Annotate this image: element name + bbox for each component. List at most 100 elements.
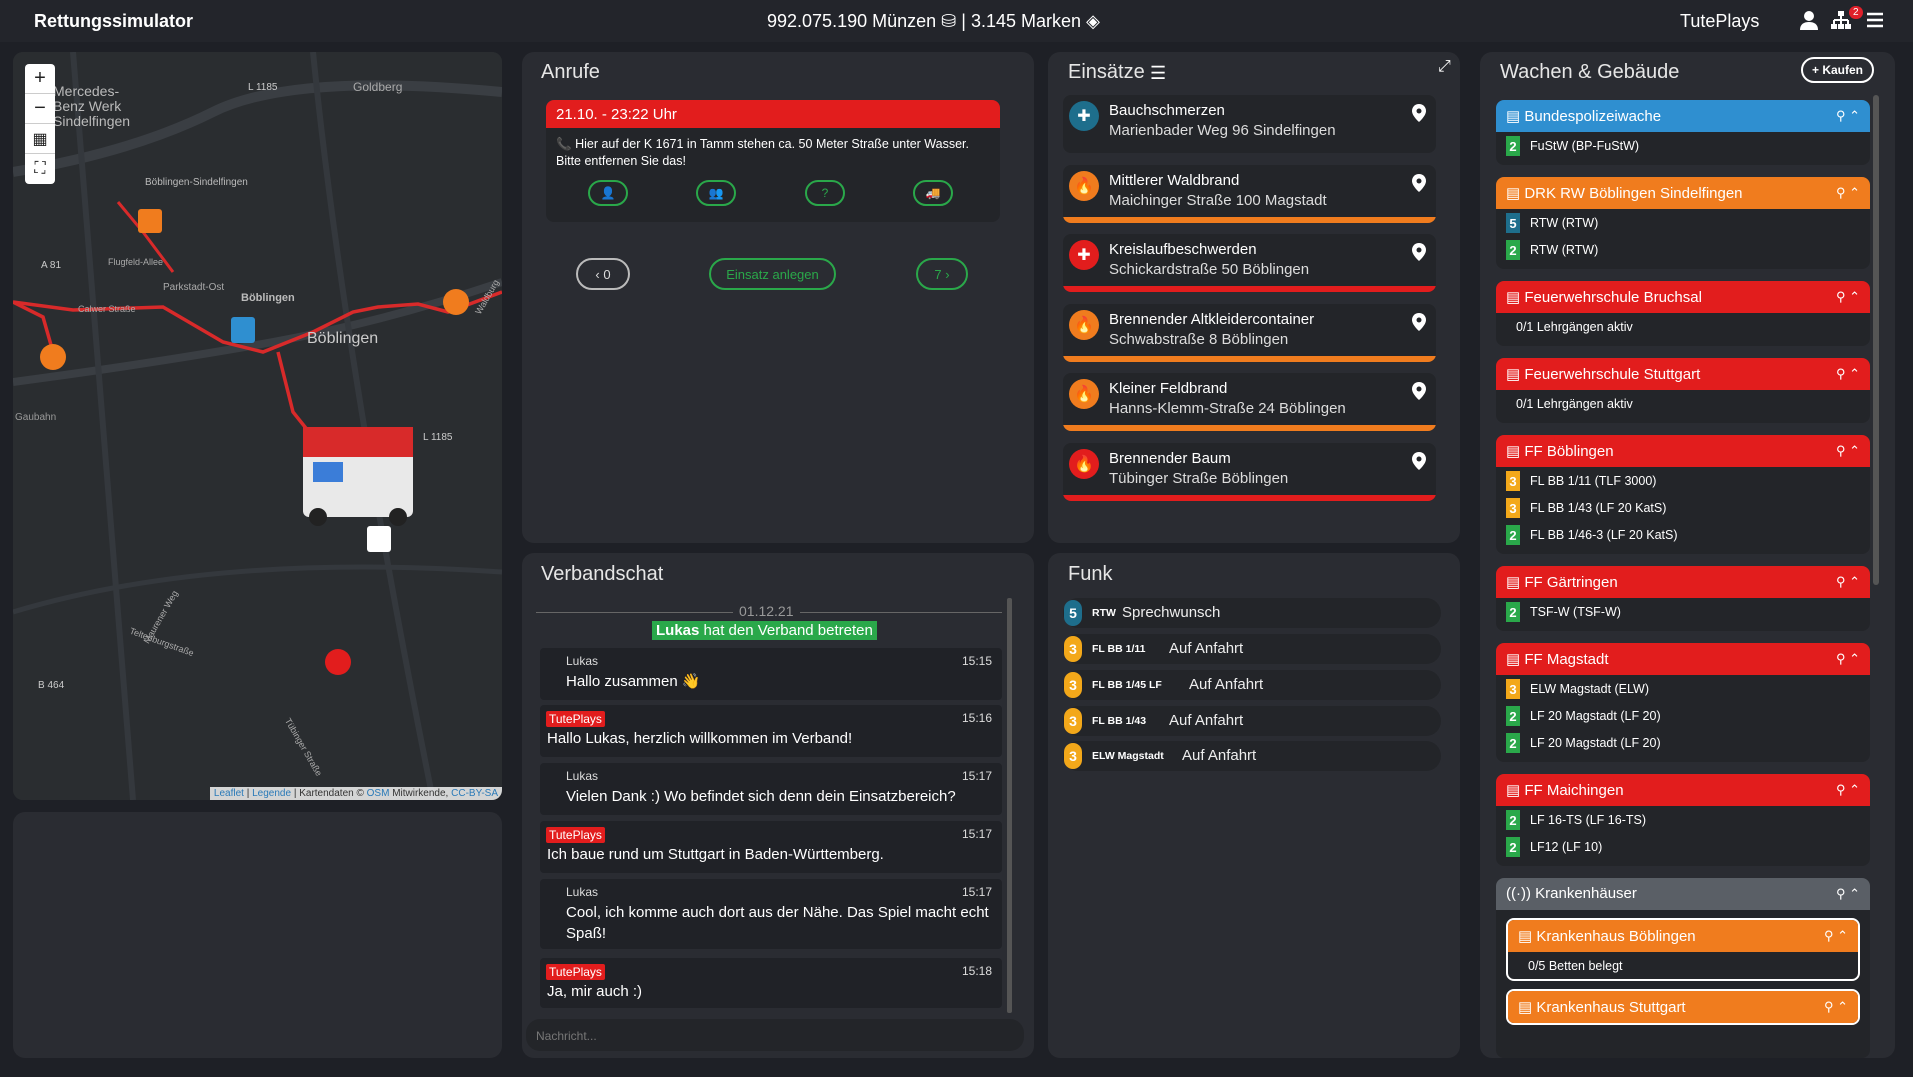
mission-card[interactable]: 🔥 Brennender Baum Tübinger Straße Böblinge… bbox=[1063, 443, 1436, 501]
vehicle-row[interactable]: 2 LF 20 Magstadt (LF 20) bbox=[1496, 729, 1870, 756]
status-badge: 3 bbox=[1064, 743, 1082, 769]
zoom-in-button[interactable]: + bbox=[25, 64, 55, 94]
radio-message[interactable]: 3 FL BB 1/43 Auf Anfahrt bbox=[1063, 706, 1441, 736]
vehicle-name: RTW (RTW) bbox=[1530, 243, 1599, 257]
vehicle-row[interactable]: 0/1 Lehrgängen aktiv bbox=[1496, 313, 1870, 340]
mission-progress-bar bbox=[1063, 217, 1436, 223]
mission-name: Kleiner Feldbrand bbox=[1109, 380, 1228, 397]
user-tag[interactable]: TutePlays bbox=[546, 827, 605, 843]
user-tag[interactable]: TutePlays bbox=[546, 964, 605, 980]
station-header[interactable]: ▤ FF Gärtringen ⚲ ⌃ bbox=[1496, 566, 1870, 598]
station-header[interactable]: ▤ FF Böblingen ⚲ ⌃ bbox=[1496, 435, 1870, 467]
station-controls[interactable]: ⚲ ⌃ bbox=[1836, 782, 1860, 798]
radio-text: Auf Anfahrt bbox=[1189, 676, 1264, 693]
vehicle-row[interactable]: 2 LF12 (LF 10) bbox=[1496, 833, 1870, 860]
mission-card[interactable]: ✚ Bauchschmerzen Marienbader Weg 96 Sindel… bbox=[1063, 95, 1436, 153]
map-label-b464: B 464 bbox=[38, 680, 65, 691]
location-pin-icon[interactable] bbox=[1412, 174, 1426, 192]
station-controls[interactable]: ⚲ ⌃ bbox=[1836, 289, 1860, 305]
call-question-button[interactable]: ? bbox=[805, 180, 845, 206]
location-pin-icon[interactable] bbox=[1412, 382, 1426, 400]
user-tag[interactable]: TutePlays bbox=[546, 711, 605, 727]
coins-icon: ⛁ bbox=[941, 11, 957, 31]
create-mission-button[interactable]: Einsatz anlegen bbox=[709, 258, 836, 290]
station-header[interactable]: ▤ Feuerwehrschule Bruchsal ⚲ ⌃ bbox=[1496, 281, 1870, 313]
map-layers-icon[interactable]: ▦ bbox=[25, 124, 55, 154]
vehicle-name: RTW (RTW) bbox=[1530, 216, 1599, 230]
mission-card[interactable]: 🔥 Brennender Altkleidercontainer Schwabstr… bbox=[1063, 304, 1436, 362]
vehicle-row[interactable]: 2 LF 20 Magstadt (LF 20) bbox=[1496, 702, 1870, 729]
message-time: 15:15 bbox=[961, 654, 992, 668]
vehicle-row[interactable]: 2 FL BB 1/46-3 (LF 20 KatS) bbox=[1496, 521, 1870, 548]
station-controls[interactable]: ⚲ ⌃ bbox=[1836, 443, 1860, 459]
license-link[interactable]: CC-BY-SA bbox=[451, 788, 498, 799]
radio-message[interactable]: 3 FL BB 1/45 LF Auf Anfahrt bbox=[1063, 670, 1441, 700]
call-person-button[interactable]: 👤 bbox=[588, 180, 628, 206]
station-controls[interactable]: ⚲ ⌃ bbox=[1836, 651, 1860, 667]
hospital-header[interactable]: ▤ Krankenhaus Stuttgart ⚲ ⌃ bbox=[1508, 991, 1858, 1023]
hospital-controls[interactable]: ⚲ ⌃ bbox=[1824, 999, 1848, 1015]
menu-icon[interactable] bbox=[1864, 9, 1886, 31]
location-pin-icon[interactable] bbox=[1412, 104, 1426, 122]
station-header[interactable]: ▤ Feuerwehrschule Stuttgart ⚲ ⌃ bbox=[1496, 358, 1870, 390]
mission-card[interactable]: 🔥 Kleiner Feldbrand Hanns-Klemm-Straße 24 … bbox=[1063, 373, 1436, 431]
station-header[interactable]: ▤ Bundespolizeiwache ⚲ ⌃ bbox=[1496, 100, 1870, 132]
location-pin-icon[interactable] bbox=[1412, 452, 1426, 470]
app-title[interactable]: Rettungssimulator bbox=[34, 11, 193, 32]
mission-card[interactable]: 🔥 Mittlerer Waldbrand Maichinger Straße 10… bbox=[1063, 165, 1436, 223]
vehicle-row[interactable]: 3 FL BB 1/11 (TLF 3000) bbox=[1496, 467, 1870, 494]
station-controls[interactable]: ⚲ ⌃ bbox=[1836, 185, 1860, 201]
radio-message[interactable]: 3 ELW Magstadt Auf Anfahrt bbox=[1063, 741, 1441, 771]
legend-link[interactable]: Legende bbox=[252, 788, 291, 799]
vehicle-row[interactable]: 0/1 Lehrgängen aktiv bbox=[1496, 390, 1870, 417]
leaflet-link[interactable]: Leaflet bbox=[214, 788, 244, 799]
message-author[interactable]: Lukas bbox=[566, 654, 598, 668]
call-vehicle-button[interactable]: 🚚 bbox=[913, 180, 953, 206]
vehicle-row[interactable]: 5 RTW (RTW) bbox=[1496, 209, 1870, 236]
call-group-button[interactable]: 👥 bbox=[696, 180, 736, 206]
buy-button[interactable]: + Kaufen bbox=[1801, 57, 1874, 83]
vehicle-row[interactable]: 3 FL BB 1/43 (LF 20 KatS) bbox=[1496, 494, 1870, 521]
zoom-out-button[interactable]: − bbox=[25, 94, 55, 124]
chat-message: Lukas 15:15 Hallo zusammen 👋 bbox=[540, 648, 1002, 700]
station-name: FF Magstadt bbox=[1524, 651, 1609, 668]
vehicle-name: LF 20 Magstadt (LF 20) bbox=[1530, 709, 1661, 723]
map-canvas[interactable] bbox=[13, 52, 502, 800]
station-controls[interactable]: ⚲ ⌃ bbox=[1836, 366, 1860, 382]
next-call-button[interactable]: 7 › bbox=[916, 258, 968, 290]
vehicle-row[interactable]: 2 FuStW (BP-FuStW) bbox=[1496, 132, 1870, 159]
location-pin-icon[interactable] bbox=[1412, 313, 1426, 331]
map[interactable]: Mercedes- Benz Werk Sindelfingen L 1185 Go… bbox=[13, 52, 502, 800]
chat-input[interactable]: Nachricht... bbox=[526, 1019, 1024, 1051]
location-pin-icon[interactable] bbox=[1412, 243, 1426, 261]
mission-address: Tübinger Straße Böblingen bbox=[1109, 470, 1289, 487]
stations-scrollbar[interactable] bbox=[1873, 95, 1879, 585]
osm-link[interactable]: OSM bbox=[367, 788, 390, 799]
fullscreen-icon[interactable]: ⛶ bbox=[25, 154, 55, 184]
radio-message[interactable]: 5 RTW Sprechwunsch bbox=[1063, 598, 1441, 628]
radio-message[interactable]: 3 FL BB 1/11 Auf Anfahrt bbox=[1063, 634, 1441, 664]
user-name[interactable]: TutePlays bbox=[1680, 11, 1759, 32]
message-author[interactable]: Lukas bbox=[566, 885, 598, 899]
station-controls[interactable]: ⚲ ⌃ bbox=[1836, 574, 1860, 590]
vehicle-row[interactable]: 3 ELW Magstadt (ELW) bbox=[1496, 675, 1870, 702]
hospitals-header[interactable]: ((·)) Krankenhäuser ⚲ ⌃ bbox=[1496, 878, 1870, 910]
hospital-controls[interactable]: ⚲ ⌃ bbox=[1824, 928, 1848, 944]
vehicle-row[interactable]: 2 TSF-W (TSF-W) bbox=[1496, 598, 1870, 625]
chat-scrollbar[interactable] bbox=[1007, 598, 1012, 1013]
hospital-header[interactable]: ▤ Krankenhaus Böblingen ⚲ ⌃ bbox=[1508, 920, 1858, 952]
station-header[interactable]: ▤ FF Maichingen ⚲ ⌃ bbox=[1496, 774, 1870, 806]
hospitals-controls[interactable]: ⚲ ⌃ bbox=[1836, 886, 1860, 902]
station-controls[interactable]: ⚲ ⌃ bbox=[1836, 108, 1860, 124]
expand-icon[interactable]: ⤢ bbox=[1438, 58, 1451, 76]
mission-card[interactable]: ✚ Kreislaufbeschwerden Schickardstraße 50 … bbox=[1063, 234, 1436, 292]
message-time: 15:16 bbox=[961, 711, 992, 725]
user-icon[interactable] bbox=[1798, 9, 1820, 31]
station-header[interactable]: ▤ FF Magstadt ⚲ ⌃ bbox=[1496, 643, 1870, 675]
message-author[interactable]: Lukas bbox=[566, 769, 598, 783]
station-header[interactable]: ▤ DRK RW Böblingen Sindelfingen ⚲ ⌃ bbox=[1496, 177, 1870, 209]
vehicle-row[interactable]: 2 LF 16-TS (LF 16-TS) bbox=[1496, 806, 1870, 833]
list-icon[interactable]: ☰ bbox=[1150, 63, 1166, 84]
vehicle-row[interactable]: 2 RTW (RTW) bbox=[1496, 236, 1870, 263]
prev-call-button[interactable]: ‹ 0 bbox=[576, 258, 630, 290]
